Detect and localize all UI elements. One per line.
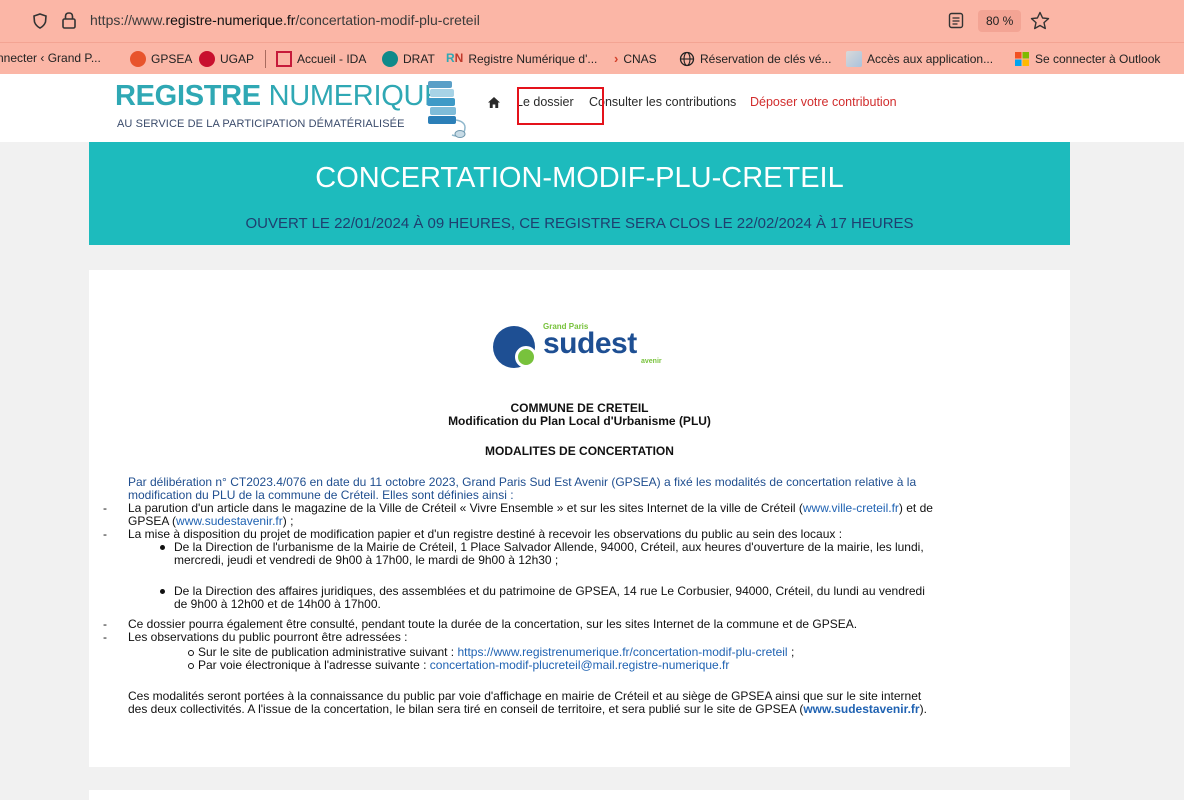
microsoft-icon [1015,52,1029,66]
link-email-concertation[interactable]: concertation-modif-plucreteil@mail.regis… [430,658,730,672]
bookmark-item[interactable]: GPSEA [130,51,192,67]
sharepoint-icon [382,51,398,67]
books-mouse-icon [427,81,466,138]
bookmark-item[interactable]: Réservation de clés vé... [679,51,831,67]
list-dash: - [103,630,107,644]
zoom-level-badge[interactable]: 80 % [978,10,1022,32]
link-sudestavenir-bold[interactable]: www.sudestavenir.fr [803,702,919,716]
link-registre-numerique[interactable]: https://www.registrenumerique.fr/concert… [457,645,787,659]
doc-sub-urbanisme-cont: mercredi, jeudi et vendredi de 9h00 à 17… [174,553,559,567]
browser-url-bar: https://www.registre-numerique.fr/concer… [0,0,1184,42]
list-bullet [160,545,165,550]
cnas-icon: › [614,51,619,66]
list-circle [188,663,194,669]
bookmark-item[interactable]: Accès aux application... [846,51,993,67]
link-sudestavenir[interactable]: www.sudestavenir.fr [176,514,283,528]
bookmark-item[interactable]: nnecter ‹ Grand P... [0,51,101,65]
bookmark-item[interactable]: › CNAS [614,51,657,67]
list-dash: - [103,617,107,631]
globe-icon [679,51,695,67]
doc-item-observations: Les observations du public pourront être… [128,630,408,644]
bookmark-separator [265,50,266,68]
bookmark-star-icon[interactable] [1030,11,1050,31]
doc-heading-modalites: MODALITES DE CONCERTATION [485,444,674,458]
doc-obs-email: Par voie électronique à l'adresse suivan… [198,658,730,672]
bookmarks-bar: nnecter ‹ Grand P... GPSEA UGAP Accueil … [0,42,1184,74]
url-field[interactable]: https://www.registre-numerique.fr/concer… [90,12,480,28]
registry-banner: CONCERTATION-MODIF-PLU-CRETEIL OUVERT LE… [89,142,1070,245]
nav-consulter-contributions[interactable]: Consulter les contributions [589,95,736,109]
apps-icon [846,51,862,67]
nav-deposer-contribution[interactable]: Déposer votre contribution [750,95,897,109]
gpsea-logo-dot [515,346,537,368]
gpsea-icon [130,51,146,67]
doc-closing-line: des deux collectivités. A l'issue de la … [128,702,927,716]
bookmark-item[interactable]: Accueil - IDA [276,51,366,67]
doc-heading-modification: Modification du Plan Local d'Urbanisme (… [448,414,711,428]
ida-icon [276,51,292,67]
bookmark-item[interactable]: Se connecter à Outlook [1014,51,1160,67]
list-dash: - [103,501,107,515]
list-dash: - [103,527,107,541]
link-ville-creteil[interactable]: www.ville-creteil.fr [803,501,899,515]
home-icon[interactable] [487,96,501,109]
gpsea-logo: Grand Paris sudest avenir [493,322,673,372]
reader-view-icon[interactable] [948,12,964,29]
registry-dates: OUVERT LE 22/01/2024 À 09 HEURES, CE REG… [245,215,914,232]
tracking-shield-icon[interactable] [32,13,48,29]
annotation-highlight-box [517,87,604,125]
list-bullet [160,589,165,594]
bookmark-item[interactable]: DRAT [382,51,435,67]
lock-icon[interactable] [62,12,76,29]
bookmark-item[interactable]: RN Registre Numérique d'... [446,51,597,67]
bookmark-item[interactable]: UGAP [199,51,254,67]
next-card [89,790,1070,800]
list-circle [188,650,194,656]
site-logo[interactable]: REGISTRE NUMERIQUE [115,80,443,113]
rn-icon: RN [446,51,464,65]
ugap-icon [199,51,215,67]
doc-sub-affaires-juridiques-cont: de 9h00 à 12h00 et de 14h00 à 17h00. [174,597,381,611]
registry-title: CONCERTATION-MODIF-PLU-CRETEIL [315,162,844,194]
site-tagline: AU SERVICE DE LA PARTICIPATION DÉMATÉRIA… [117,118,405,130]
